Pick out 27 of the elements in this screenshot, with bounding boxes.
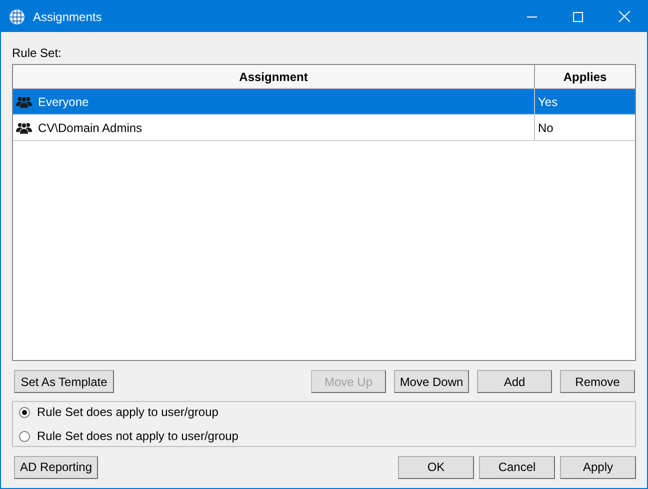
column-header[interactable]: Assignment bbox=[13, 65, 535, 88]
globe-icon bbox=[9, 8, 25, 24]
column-header[interactable]: Applies bbox=[535, 65, 635, 88]
maximize-icon[interactable] bbox=[573, 12, 583, 22]
table-cell-text: Everyone bbox=[38, 94, 89, 110]
dialog-button[interactable]: Add bbox=[477, 370, 552, 393]
dialog-button[interactable]: Move Down bbox=[394, 370, 469, 393]
close-icon[interactable] bbox=[619, 11, 630, 22]
dialog-button[interactable]: Remove bbox=[560, 370, 635, 393]
dialog-button[interactable]: Apply bbox=[560, 456, 636, 478]
radio-label[interactable]: Rule Set does apply to user/group bbox=[37, 405, 218, 419]
table-row[interactable]: Everyone Yes bbox=[13, 89, 635, 115]
group-icon bbox=[16, 96, 32, 108]
table-row[interactable]: CV\Domain Admins No bbox=[13, 115, 635, 141]
table-cell-text: No bbox=[538, 120, 554, 136]
group-icon bbox=[16, 122, 32, 134]
dialog-button[interactable]: Cancel bbox=[479, 456, 555, 478]
table-cell-text: Yes bbox=[538, 94, 558, 110]
radio-button[interactable] bbox=[19, 406, 30, 418]
radio-button[interactable] bbox=[19, 430, 30, 442]
dialog-button[interactable]: OK bbox=[398, 456, 474, 478]
radio-label[interactable]: Rule Set does not apply to user/group bbox=[37, 429, 238, 443]
window-title: Assignments bbox=[33, 8, 102, 26]
dialog-button[interactable]: Set As Template bbox=[14, 370, 114, 393]
table-cell-text: CV\Domain Admins bbox=[38, 120, 142, 136]
dialog-button[interactable]: AD Reporting bbox=[14, 456, 98, 478]
rule-set-label: Rule Set: bbox=[12, 45, 62, 62]
